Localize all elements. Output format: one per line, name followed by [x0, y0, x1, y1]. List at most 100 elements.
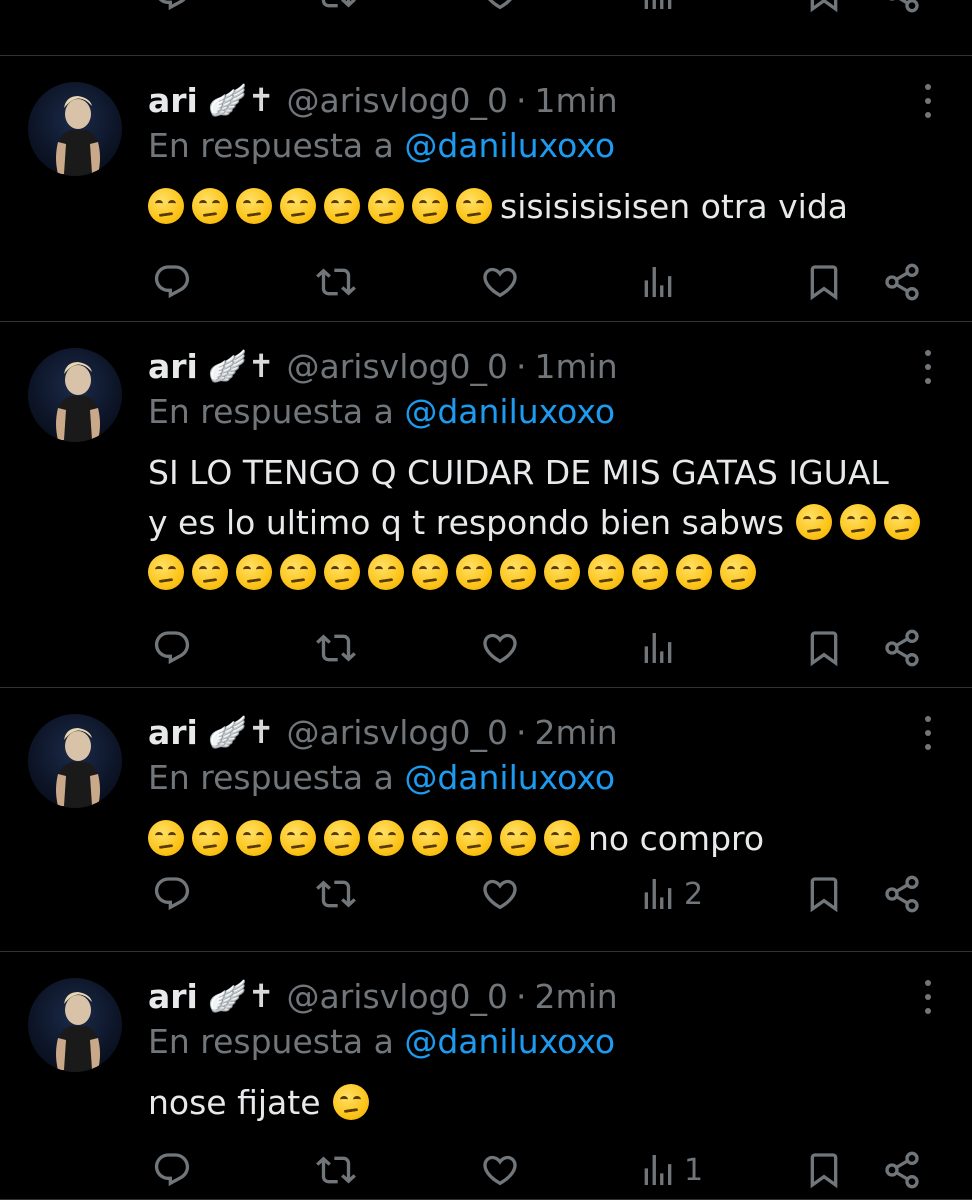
bookmark-button[interactable] [804, 0, 844, 14]
tweet[interactable]: ari 🪽✝ @arisvlog0_0 · 2min En respuesta a @da… [0, 952, 972, 1200]
more-options-button[interactable] [918, 716, 938, 750]
more-options-button[interactable] [918, 84, 938, 118]
more-options-button[interactable] [918, 980, 938, 1014]
more-dot-icon [925, 84, 931, 90]
tweet-text: nose fijate [148, 1078, 948, 1128]
like-button[interactable] [480, 1150, 520, 1190]
reply-button[interactable] [152, 262, 192, 302]
views-button[interactable] [638, 262, 684, 302]
reply-button[interactable] [152, 628, 192, 668]
reply-mention-link[interactable]: @daniluxoxo [404, 1022, 615, 1061]
unamused-face-emoji [500, 820, 536, 856]
heart-icon [483, 879, 517, 910]
share-button[interactable] [882, 1150, 922, 1190]
reply-icon [154, 631, 190, 665]
unamused-face-emoji [456, 554, 492, 590]
unamused-face-emoji [148, 188, 184, 224]
timestamp[interactable]: 1min [535, 347, 618, 386]
reply-icon [154, 877, 190, 911]
name-emoji-badge: 🪽✝ [207, 977, 275, 1015]
bookmark-icon [810, 265, 838, 301]
tweet-text-content: y es lo ultimo q t respondo bien sabws [148, 503, 785, 542]
bookmark-button[interactable] [804, 1150, 844, 1190]
retweet-button[interactable] [316, 1150, 356, 1190]
more-options-button[interactable] [918, 350, 938, 384]
unamused-face-emoji [148, 820, 184, 856]
display-name[interactable]: ari [148, 977, 198, 1016]
retweet-button[interactable] [316, 874, 356, 914]
bookmark-button[interactable] [804, 874, 844, 914]
timestamp[interactable]: 2min [535, 713, 618, 752]
timestamp[interactable]: 2min [535, 977, 618, 1016]
views-button[interactable] [638, 628, 684, 668]
display-name[interactable]: ari [148, 81, 198, 120]
avatar[interactable] [28, 348, 122, 442]
action-bar [0, 262, 972, 302]
unamused-face-emoji [148, 554, 184, 590]
tweet-header: ari 🪽✝ @arisvlog0_0 · 1min [148, 342, 618, 390]
avatar[interactable] [28, 714, 122, 808]
views-count: 2 [684, 876, 704, 912]
share-button[interactable] [882, 0, 922, 14]
reply-mention-link[interactable]: @daniluxoxo [404, 392, 615, 431]
avatar-figure [56, 992, 100, 1072]
avatar[interactable] [28, 82, 122, 176]
like-button[interactable] [480, 262, 520, 302]
bookmark-icon [810, 1153, 838, 1189]
like-button[interactable] [480, 628, 520, 668]
user-handle[interactable]: @arisvlog0_0 [287, 347, 508, 386]
tweet[interactable]: ari 🪽✝ @arisvlog0_0 · 1min En respuesta a @da… [0, 322, 972, 688]
display-name[interactable]: ari [148, 713, 198, 752]
bookmark-button[interactable] [804, 628, 844, 668]
more-dot-icon [925, 98, 931, 104]
reply-mention-link[interactable]: @daniluxoxo [404, 126, 615, 165]
views-button[interactable] [638, 0, 678, 14]
unamused-face-emoji [544, 554, 580, 590]
share-button[interactable] [882, 874, 922, 914]
views-button[interactable]: 2 [638, 874, 703, 914]
reply-icon [158, 0, 186, 11]
more-dot-icon [925, 112, 931, 118]
views-icon [644, 633, 672, 663]
user-handle[interactable]: @arisvlog0_0 [287, 81, 508, 120]
views-icon [644, 1155, 672, 1185]
tweet[interactable]: ari 🪽✝ @arisvlog0_0 · 1min En respuesta a @da… [0, 56, 972, 322]
views-button[interactable]: 1 [638, 1150, 703, 1190]
reply-button[interactable] [152, 874, 192, 914]
reply-button[interactable] [152, 1150, 192, 1190]
retweet-button[interactable] [316, 262, 356, 302]
tweet[interactable]: ari 🪽✝ @arisvlog0_0 · 2min En respuesta a @da… [0, 688, 972, 952]
retweet-button[interactable] [316, 0, 356, 14]
timestamp[interactable]: 1min [535, 81, 618, 120]
unamused-face-emoji [544, 820, 580, 856]
bookmark-icon [810, 877, 838, 913]
user-handle[interactable]: @arisvlog0_0 [287, 713, 508, 752]
share-button[interactable] [882, 628, 922, 668]
bookmark-button[interactable] [804, 262, 844, 302]
reply-prefix: En respuesta a [148, 758, 394, 797]
more-dot-icon [925, 378, 931, 384]
more-dot-icon [925, 730, 931, 736]
unamused-face-emoji [412, 820, 448, 856]
reply-mention-link[interactable]: @daniluxoxo [404, 758, 615, 797]
reply-icon [154, 265, 190, 299]
user-handle[interactable]: @arisvlog0_0 [287, 977, 508, 1016]
separator-dot: · [516, 346, 527, 386]
name-emoji-badge: 🪽✝ [207, 81, 275, 119]
like-button[interactable] [480, 0, 520, 14]
tweet-text-line: y es lo ultimo q t respondo bien sabws [148, 498, 948, 548]
tweet-header: ari 🪽✝ @arisvlog0_0 · 1min [148, 76, 618, 124]
name-emoji-badge: 🪽✝ [207, 347, 275, 385]
unamused-face-emoji [236, 188, 272, 224]
tweet-text-line [148, 548, 948, 598]
tweet-text: SI LO TENGO Q CUIDAR DE MIS GATAS IGUAL y… [148, 448, 948, 598]
separator-dot: · [516, 712, 527, 752]
unamused-face-emoji [236, 554, 272, 590]
retweet-button[interactable] [316, 628, 356, 668]
reply-button[interactable] [152, 0, 192, 14]
unamused-face-emoji [412, 554, 448, 590]
like-button[interactable] [480, 874, 520, 914]
share-button[interactable] [882, 262, 922, 302]
display-name[interactable]: ari [148, 347, 198, 386]
avatar[interactable] [28, 978, 122, 1072]
